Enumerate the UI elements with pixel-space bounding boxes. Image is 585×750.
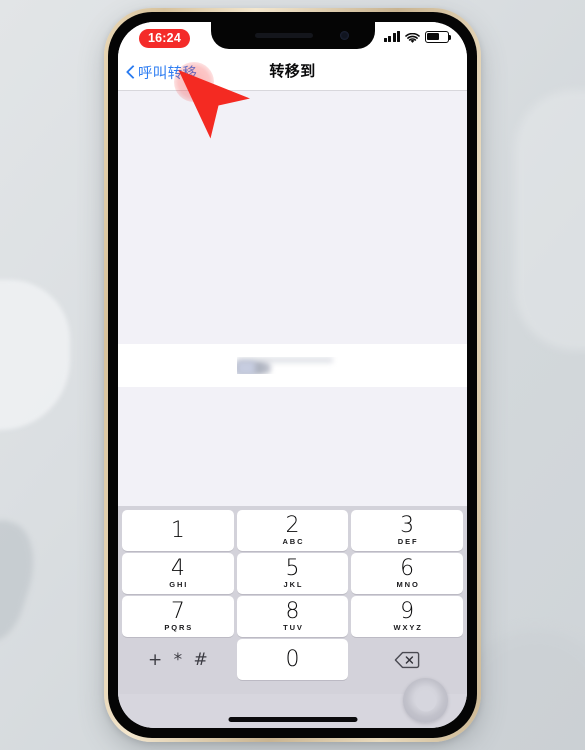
- assistive-touch-button[interactable]: [403, 678, 448, 723]
- key-letters: TUV: [283, 623, 304, 632]
- key-5[interactable]: 5 JKL: [236, 553, 349, 594]
- numeric-keypad: 1 2 ABC 3 DEF 4 GHI 5 JKL 6 MNO 7 PQRS 8…: [118, 506, 467, 694]
- wifi-icon: [405, 31, 420, 44]
- screenshot-scene: 16:24 呼叫转移 转移到 1 2 ABC 3 DEF 4 GHI 5 JKL…: [0, 0, 585, 750]
- status-time-recording-pill: 16:24: [139, 29, 190, 48]
- key-9[interactable]: 9 WXYZ: [351, 596, 464, 637]
- phone-bezel: 16:24 呼叫转移 转移到 1 2 ABC 3 DEF 4 GHI 5 JKL…: [108, 12, 477, 738]
- key-letters: MNO: [396, 580, 420, 589]
- content-spacer-top: [118, 91, 467, 344]
- status-icons: [383, 31, 452, 44]
- keypad-row-1: 1 2 ABC 3 DEF: [120, 510, 465, 551]
- key-letters: GHI: [169, 580, 189, 589]
- background-object-left-bottom: [0, 512, 47, 648]
- key-1[interactable]: 1: [122, 510, 234, 551]
- key-digit: 9: [400, 599, 415, 624]
- phone-number-field-row[interactable]: [118, 344, 467, 387]
- background-object-right-top: [515, 90, 585, 350]
- key-6[interactable]: 6 MNO: [351, 553, 464, 594]
- battery-icon: [425, 31, 452, 43]
- phone-device: 16:24 呼叫转移 转移到 1 2 ABC 3 DEF 4 GHI 5 JKL…: [104, 8, 481, 742]
- key-2[interactable]: 2 ABC: [236, 510, 349, 551]
- background-object-left-top: [0, 280, 70, 430]
- key-7[interactable]: 7 PQRS: [122, 596, 234, 637]
- key-letters: DEF: [397, 537, 419, 546]
- key-4[interactable]: 4 GHI: [122, 553, 234, 594]
- backspace-delete-icon[interactable]: [351, 639, 463, 680]
- key-digit: 2: [285, 513, 300, 538]
- key-letters: JKL: [283, 580, 304, 589]
- key-letters: ABC: [282, 537, 305, 546]
- phone-screen: 16:24 呼叫转移 转移到 1 2 ABC 3 DEF 4 GHI 5 JKL…: [118, 22, 467, 728]
- home-indicator-bar[interactable]: [228, 717, 357, 722]
- navigation-bar: 呼叫转移 转移到: [118, 54, 467, 91]
- page-title: 转移到: [269, 63, 316, 80]
- key-digit: 7: [170, 599, 185, 624]
- key-0[interactable]: 0: [236, 639, 349, 680]
- key-letters: WXYZ: [393, 623, 423, 632]
- cellular-signal-icon: [383, 31, 400, 43]
- content-spacer-bottom: [118, 387, 467, 506]
- key-symbols[interactable]: + * #: [122, 639, 234, 680]
- key-digit: 0: [285, 646, 300, 672]
- key-digit: 8: [285, 599, 300, 624]
- keypad-row-3: 7 PQRS 8 TUV 9 WXYZ: [120, 596, 465, 637]
- notch: [210, 22, 375, 49]
- key-digit: 6: [400, 556, 415, 581]
- key-letters: PQRS: [164, 623, 194, 632]
- keypad-row-4: + * # 0: [120, 639, 465, 680]
- key-symbols-label: + * #: [147, 649, 211, 670]
- content-area: [118, 91, 467, 506]
- key-digit: 4: [170, 556, 185, 581]
- key-digit: 5: [285, 556, 300, 581]
- keypad-row-2: 4 GHI 5 JKL 6 MNO: [120, 553, 465, 594]
- home-bar-area: [118, 678, 467, 728]
- key-digit: 3: [400, 513, 415, 538]
- earpiece-speaker-icon: [254, 33, 313, 38]
- key-digit: 1: [170, 517, 185, 543]
- phone-number-value-redacted: [236, 357, 349, 374]
- key-8[interactable]: 8 TUV: [236, 596, 349, 637]
- key-3[interactable]: 3 DEF: [351, 510, 464, 551]
- front-camera-icon: [339, 31, 349, 40]
